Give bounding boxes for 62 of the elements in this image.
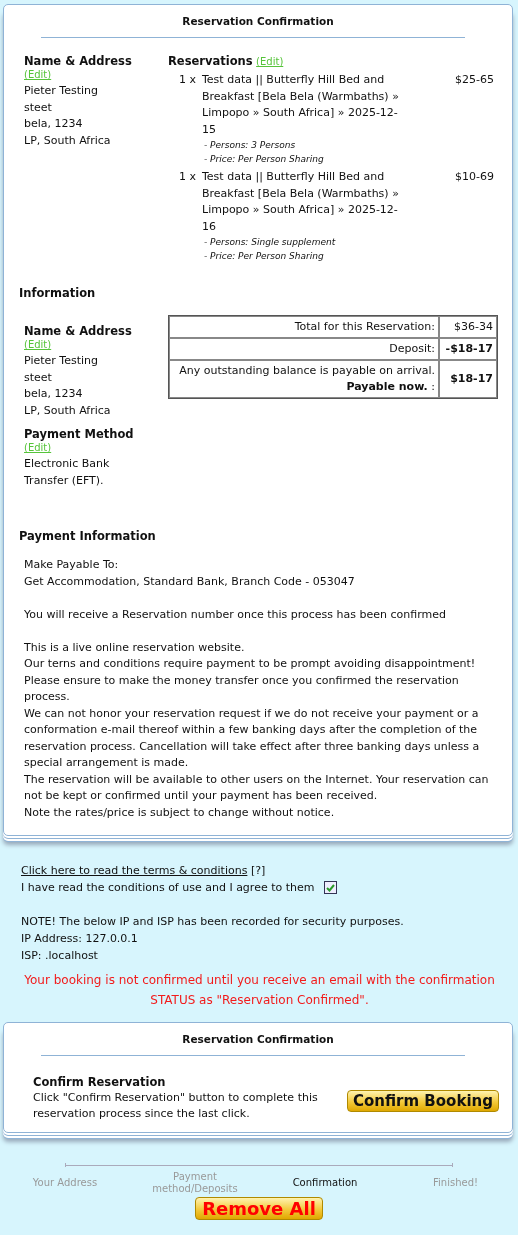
address-line: LP, South Africa — [24, 402, 112, 419]
remove-all-button[interactable]: Remove All — [195, 1197, 323, 1220]
security-note: IP Address: 127.0.0.1 — [21, 931, 139, 947]
table-cell: $18-17 — [439, 360, 497, 398]
table-cell: Total for this Reservation: — [169, 316, 439, 338]
section-heading: Payment Information — [19, 529, 157, 543]
progress-step: Confirmation — [260, 1177, 390, 1189]
terms-link[interactable]: Click here to read the terms & conditions — [21, 864, 248, 877]
help-link[interactable]: [?] — [250, 864, 266, 877]
panel-title: Reservation Confirmation — [181, 1033, 335, 1045]
reservation-detail: - Price: Per Person Sharing — [203, 250, 325, 263]
table-cell: -$18-17 — [439, 338, 497, 360]
section-heading: Name & Address — [24, 54, 133, 68]
edit-link[interactable]: (Edit) — [24, 339, 52, 350]
progress-step: Your Address — [0, 1177, 130, 1189]
table-cell: Deposit: — [169, 338, 439, 360]
section-heading: Name & Address — [24, 324, 133, 338]
quantity: 1 x — [179, 169, 197, 185]
paragraph: Please ensure to make the money transfer once you confirmed the reservation process. — [24, 672, 460, 705]
address-line: bela, 1234 — [24, 386, 84, 402]
reservation-description: Test data || Butterfly Hill Bed and Breakfast [Bela Bela (Warmbaths) » Limpopo » South Africa] » 2025-12-15 — [202, 72, 400, 138]
paragraph: We can not honor your reservation request if we do not receive your payment or a conformation e-mail thereof within a few banking days after the completion of the reservation process. Cancellation will take effect after three banking days unless a special arrangement is made. — [24, 705, 481, 771]
reservation-detail: - Price: Per Person Sharing — [203, 153, 325, 166]
paragraph: The reservation will be available to other users on the Internet. Your reservation can not be kept or confirmed until your payment has been received. — [24, 771, 490, 804]
progress-step: Finished! — [390, 1177, 518, 1189]
edit-link[interactable]: (Edit) — [256, 56, 284, 67]
agree-label: I have read the conditions of use and I agree to them — [21, 880, 315, 896]
quantity: 1 x — [179, 72, 197, 88]
address-line: bela, 1234 — [24, 116, 84, 132]
section-heading: Reservations — [168, 54, 253, 68]
warning-message: Your booking is not confirmed until you receive an email with the confirmation STATUS as "Reservation Confirmed". — [23, 972, 496, 1009]
paragraph: This is a live online reservation website. — [24, 639, 246, 656]
section-heading: Information — [19, 286, 97, 300]
address-line: steet — [24, 99, 53, 116]
security-note: ISP: .localhost — [21, 948, 99, 964]
address-line: steet — [24, 369, 53, 386]
section-heading: Confirm Reservation — [33, 1074, 167, 1090]
edit-link[interactable]: (Edit) — [24, 442, 52, 453]
progress-step: Payment method/Deposits — [130, 1171, 260, 1195]
panel-title: Reservation Confirmation — [181, 15, 335, 27]
address-line: Pieter Testing — [24, 83, 99, 99]
payment-method: Electronic Bank Transfer (EFT). — [24, 456, 111, 489]
reservation-detail: - Persons: Single supplement — [203, 236, 337, 249]
paragraph: Note the rates/price is subject to change without notice. — [24, 804, 336, 821]
paragraph: You will receive a Reservation number once this process has been confirmed — [24, 606, 447, 623]
table-cell: Any outstanding balance is payable on arrival. Payable now. : — [169, 360, 439, 398]
reservation-description: Test data || Butterfly Hill Bed and Breakfast [Bela Bela (Warmbaths) » Limpopo » South Africa] » 2025-12-16 — [202, 169, 400, 235]
confirm-booking-button[interactable]: Confirm Booking — [347, 1090, 499, 1112]
instruction-text: Click "Confirm Reservation" button to complete this reservation process since the last click. — [33, 1090, 319, 1122]
address-line: Pieter Testing — [24, 353, 99, 369]
paragraph: Get Accommodation, Standard Bank, Branch Code - 053047 — [24, 573, 356, 590]
table-cell: $36-34 — [439, 316, 497, 338]
agree-checkbox[interactable] — [324, 881, 338, 894]
paragraph: Make Payable To: — [24, 557, 120, 573]
address-line: LP, South Africa — [24, 132, 112, 149]
section-heading: Payment Method — [24, 427, 135, 441]
security-note: NOTE! The below IP and ISP has been recorded for security purposes. — [21, 914, 405, 930]
edit-link[interactable]: (Edit) — [24, 69, 52, 80]
paragraph: Our terns and conditions require payment to be prompt avoiding disappointment! — [24, 656, 477, 672]
reservation-detail: - Persons: 3 Persons — [203, 139, 297, 152]
reservation-price: $25-65 — [455, 72, 494, 88]
reservation-price: $10-69 — [455, 169, 494, 185]
